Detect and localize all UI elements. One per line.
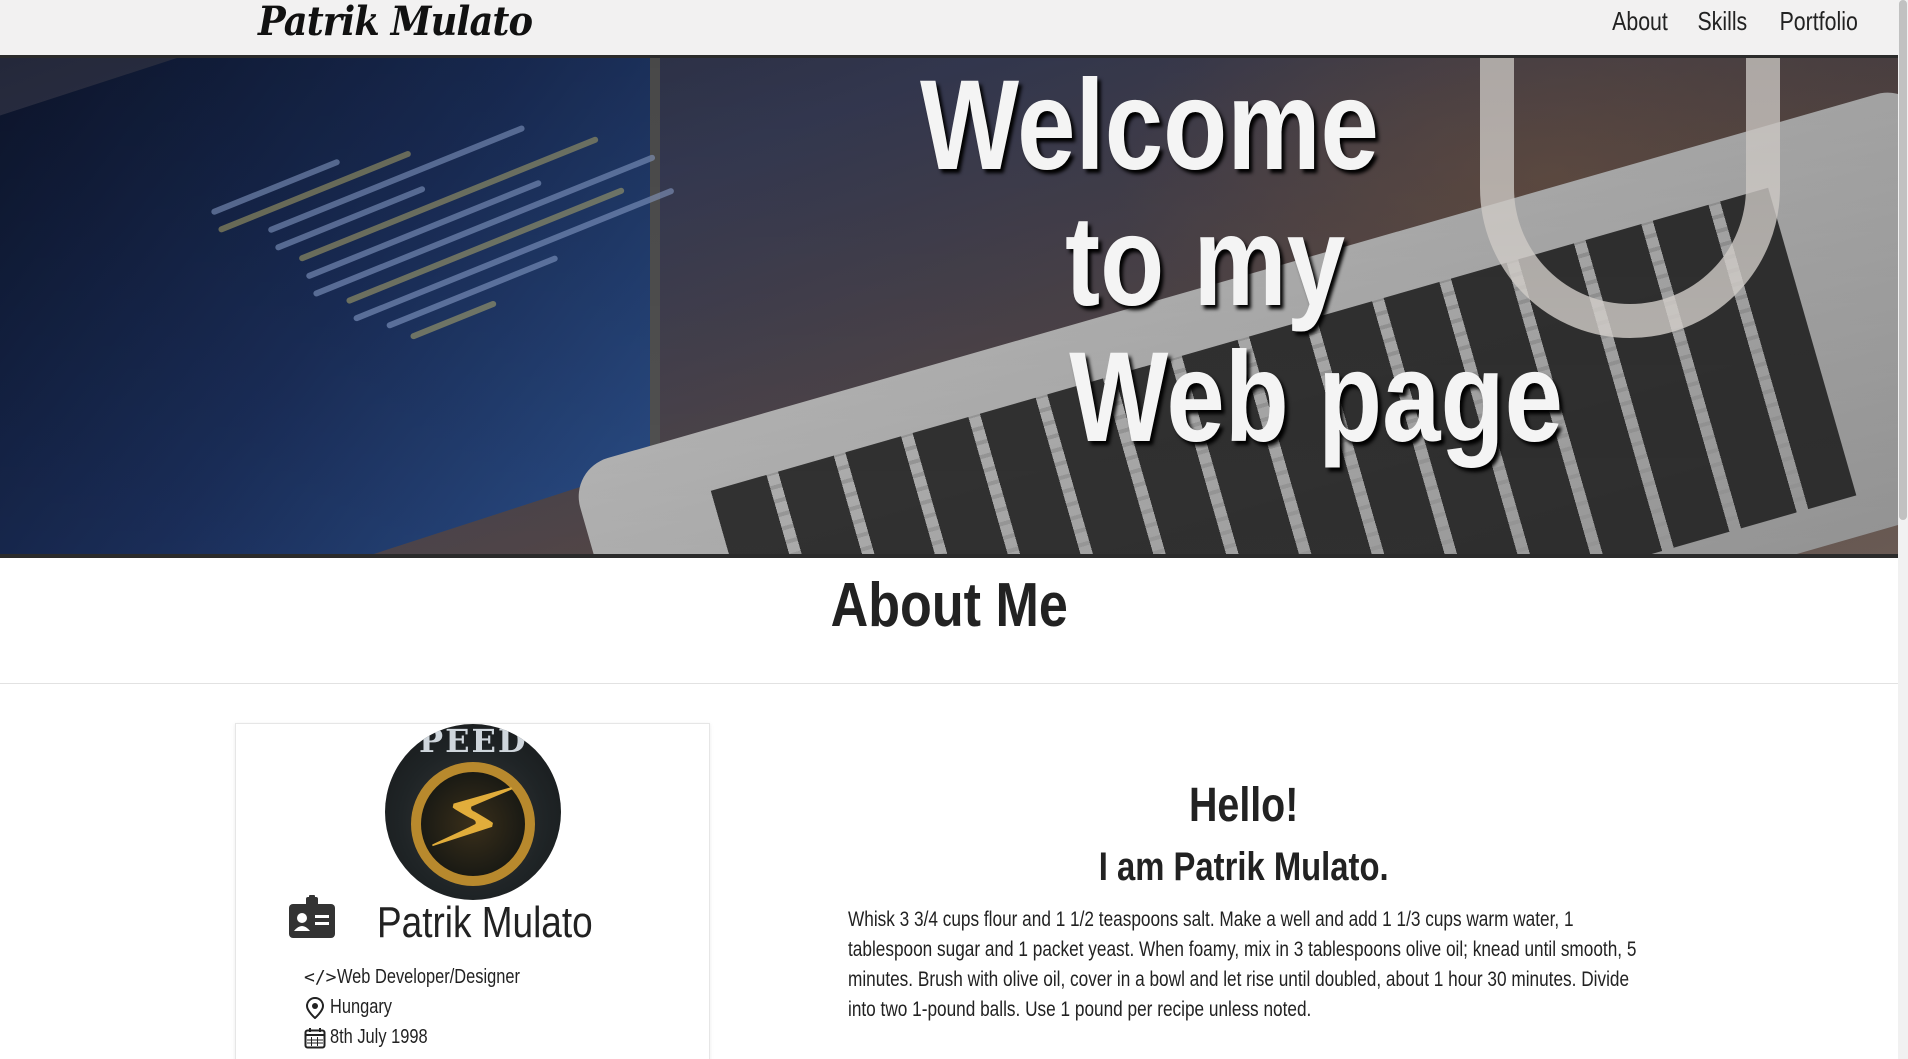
id-card-icon: [289, 895, 335, 938]
nav-link-about[interactable]: About: [1612, 6, 1668, 37]
role-text: Web Developer/Designer: [336, 966, 520, 988]
page-scrollbar[interactable]: [1898, 0, 1908, 1059]
brand-logo[interactable]: Patrik Mulato: [258, 0, 533, 45]
map-pin-icon: [305, 996, 325, 1019]
hero-banner: Welcome to my Web page: [0, 58, 1898, 558]
birthdate-row: 8th July 1998: [304, 1026, 449, 1049]
calendar-icon: [304, 1027, 326, 1048]
location-row: Hungary: [304, 996, 406, 1019]
nav-link-skills[interactable]: Skills: [1697, 6, 1747, 37]
avatar: PEED ⚡: [385, 724, 561, 900]
greeting-heading: Hello!: [1189, 779, 1299, 832]
nav-links: About Skills Portfolio: [1606, 6, 1866, 37]
birthdate-text: 8th July 1998: [330, 1026, 428, 1048]
nav-link-portfolio[interactable]: Portfolio: [1779, 6, 1857, 37]
profile-name: Patrik Mulato: [377, 898, 593, 947]
code-icon: </>: [304, 967, 337, 988]
hero-title-line-3: Web page: [1069, 326, 1564, 469]
hero-title-line-1: Welcome: [920, 58, 1379, 197]
profile-card: PEED ⚡ Patrik Mulato </> Web Developer/D…: [235, 723, 710, 1059]
hero-title: Welcome to my Web page: [920, 58, 1564, 469]
bio-paragraph: Whisk 3 3/4 cups flour and 1 1/2 teaspoo…: [848, 908, 1637, 1021]
role-row: </> Web Developer/Designer: [304, 966, 560, 989]
about-heading: About Me: [830, 571, 1068, 640]
intro-subtitle: I am Patrik Mulato.: [1099, 845, 1389, 889]
hero-title-line-2: to my: [1065, 190, 1346, 333]
top-navbar: Patrik Mulato About Skills Portfolio: [0, 0, 1898, 58]
location-text: Hungary: [330, 996, 392, 1018]
section-divider: [0, 683, 1898, 684]
scrollbar-thumb[interactable]: [1899, 0, 1907, 520]
